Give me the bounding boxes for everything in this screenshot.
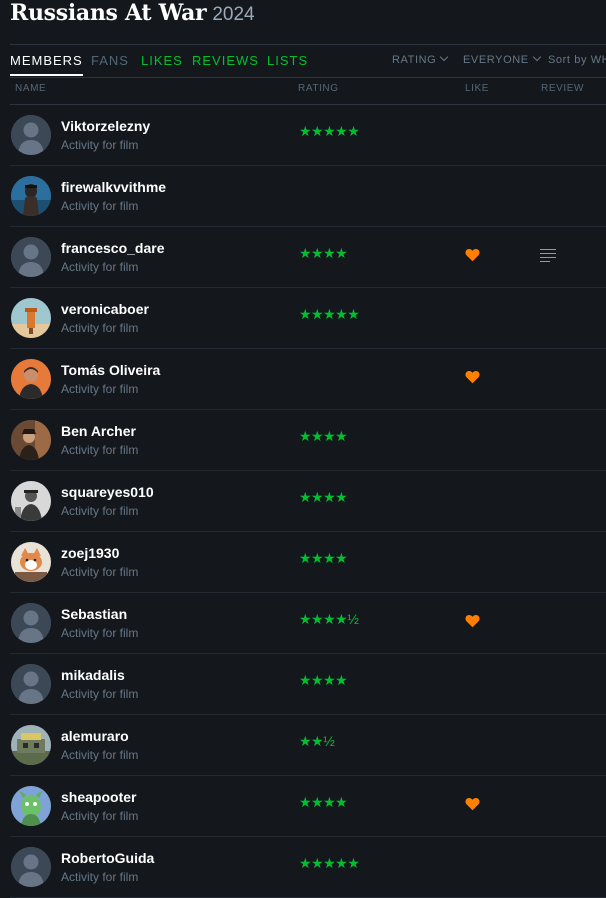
member-name[interactable]: firewalkvvithme (61, 179, 166, 195)
avatar[interactable] (11, 847, 51, 887)
activity-link[interactable]: Activity for film (61, 809, 138, 823)
avatar[interactable] (11, 298, 51, 338)
member-name[interactable]: zoej1930 (61, 545, 119, 561)
activity-link[interactable]: Activity for film (61, 748, 138, 762)
star-rating: ★★★★ (299, 672, 348, 688)
activity-link[interactable]: Activity for film (61, 687, 138, 701)
activity-link[interactable]: Activity for film (61, 382, 138, 396)
member-row: firewalkvvithme Activity for film (10, 166, 606, 227)
member-row: sheapooter Activity for film ★★★★ (10, 776, 606, 837)
star-rating: ★★½ (299, 733, 335, 749)
activity-link[interactable]: Activity for film (61, 260, 138, 274)
heart-icon (465, 614, 480, 628)
activity-link[interactable]: Activity for film (61, 199, 138, 213)
tab-members[interactable]: MEMBERS (10, 45, 83, 76)
member-name[interactable]: RobertoGuida (61, 850, 154, 866)
activity-link[interactable]: Activity for film (61, 443, 138, 457)
member-row: Sebastian Activity for film ★★★★½ (10, 593, 606, 654)
everyone-filter-dropdown[interactable]: EVERYONE (463, 45, 541, 76)
avatar[interactable] (11, 664, 51, 704)
member-row: francesco_dare Activity for film ★★★★ (10, 227, 606, 288)
avatar[interactable] (11, 115, 51, 155)
star-rating: ★★★★ (299, 489, 348, 505)
member-row: zoej1930 Activity for film ★★★★ (10, 532, 606, 593)
member-row: alemuraro Activity for film ★★½ (10, 715, 606, 776)
activity-link[interactable]: Activity for film (61, 138, 138, 152)
sort-label: Sort by WH (548, 54, 606, 66)
tab-lists[interactable]: LISTS (267, 45, 308, 76)
column-header-review: REVIEW (541, 83, 585, 94)
activity-link[interactable]: Activity for film (61, 504, 138, 518)
column-header-name: NAME (15, 83, 47, 94)
rating-filter-label: RATING (392, 54, 437, 66)
member-row: Viktorzelezny Activity for film ★★★★★ (10, 105, 606, 166)
avatar[interactable] (11, 420, 51, 460)
rating-filter-dropdown[interactable]: RATING (392, 45, 449, 76)
avatar[interactable] (11, 725, 51, 765)
member-row: Tomás Oliveira Activity for film (10, 349, 606, 410)
sort-dropdown[interactable]: Sort by WH (548, 45, 606, 76)
star-rating: ★★★★ (299, 794, 348, 810)
star-rating: ★★★★ (299, 428, 348, 444)
star-rating: ★★★★★ (299, 306, 360, 322)
member-name[interactable]: Tomás Oliveira (61, 362, 160, 378)
member-name[interactable]: Viktorzelezny (61, 118, 150, 134)
member-name[interactable]: mikadalis (61, 667, 125, 683)
everyone-filter-label: EVERYONE (463, 54, 529, 66)
member-row: Ben Archer Activity for film ★★★★ (10, 410, 606, 471)
avatar[interactable] (11, 359, 51, 399)
tab-likes[interactable]: LIKES (141, 45, 183, 76)
avatar[interactable] (11, 237, 51, 277)
avatar[interactable] (11, 542, 51, 582)
tab-reviews[interactable]: REVIEWS (192, 45, 259, 76)
star-rating: ★★★★ (299, 550, 348, 566)
heart-icon (465, 248, 480, 262)
member-row: RobertoGuida Activity for film ★★★★★ (10, 837, 606, 898)
member-name[interactable]: francesco_dare (61, 240, 165, 256)
activity-tabs-bar: MEMBERS FANS LIKES REVIEWS LISTS RATING … (10, 44, 606, 78)
heart-icon (465, 370, 480, 384)
film-title[interactable]: Russians At War (10, 0, 207, 26)
activity-link[interactable]: Activity for film (61, 565, 138, 579)
member-name[interactable]: veronicaboer (61, 301, 149, 317)
film-year[interactable]: 2024 (212, 4, 254, 26)
star-rating: ★★★★★ (299, 123, 360, 139)
tab-fans[interactable]: FANS (91, 45, 129, 76)
members-list: Viktorzelezny Activity for film ★★★★★ firew… (10, 105, 606, 898)
star-rating: ★★★★ (299, 245, 348, 261)
review-text-icon[interactable] (540, 249, 556, 262)
member-name[interactable]: Ben Archer (61, 423, 136, 439)
activity-link[interactable]: Activity for film (61, 321, 138, 335)
member-row: veronicaboer Activity for film ★★★★★ (10, 288, 606, 349)
avatar[interactable] (11, 176, 51, 216)
member-name[interactable]: Sebastian (61, 606, 127, 622)
star-rating: ★★★★★ (299, 855, 360, 871)
column-header-like: LIKE (465, 83, 490, 94)
star-rating: ★★★★½ (299, 611, 359, 627)
member-name[interactable]: sheapooter (61, 789, 136, 805)
avatar[interactable] (11, 786, 51, 826)
avatar[interactable] (11, 481, 51, 521)
member-row: mikadalis Activity for film ★★★★ (10, 654, 606, 715)
column-header-rating: RATING (298, 83, 339, 94)
avatar[interactable] (11, 603, 51, 643)
member-name[interactable]: alemuraro (61, 728, 129, 744)
member-name[interactable]: squareyes010 (61, 484, 154, 500)
chevron-down-icon (532, 52, 541, 62)
film-heading: Russians At War 2024 (10, 0, 255, 30)
activity-link[interactable]: Activity for film (61, 626, 138, 640)
chevron-down-icon (440, 52, 449, 62)
member-row: squareyes010 Activity for film ★★★★ (10, 471, 606, 532)
heart-icon (465, 797, 480, 811)
activity-link[interactable]: Activity for film (61, 870, 138, 884)
